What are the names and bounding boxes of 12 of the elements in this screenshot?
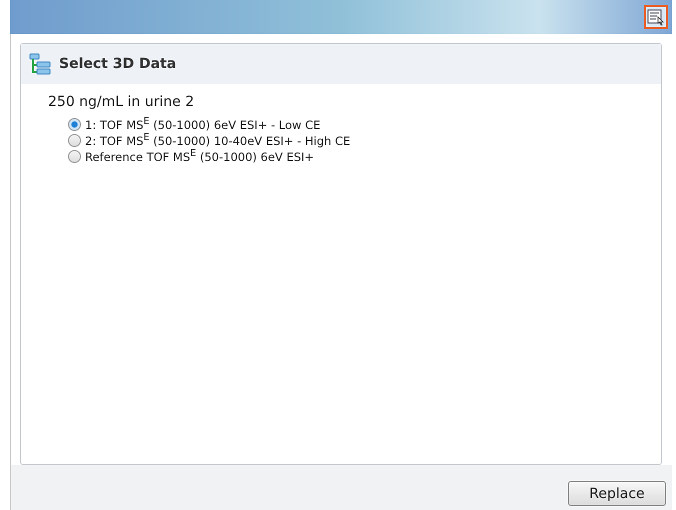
function-option[interactable]: 2: TOF MS$^{E}$ (50-1000) 10-40eV ESI+ - High CE: [68, 132, 661, 148]
radio-button[interactable]: [68, 118, 81, 130]
tree-icon: [29, 53, 51, 75]
panel-title: Select 3D Data: [59, 56, 176, 72]
replace-button[interactable]: Replace: [568, 481, 666, 506]
panel-toggle-button[interactable]: [644, 5, 668, 29]
document-cursor-icon: [647, 8, 665, 26]
function-option[interactable]: 1: TOF MS$^{E}$ (50-1000) 6eV ESI+ - Low CE: [68, 116, 661, 132]
radio-button[interactable]: [68, 134, 81, 146]
function-option[interactable]: Reference TOF MS$^{E}$ (50-1000) 6eV ESI+: [68, 148, 661, 164]
radio-button[interactable]: [68, 150, 81, 162]
sample-name: 250 ng/mL in urine 2: [48, 94, 196, 110]
